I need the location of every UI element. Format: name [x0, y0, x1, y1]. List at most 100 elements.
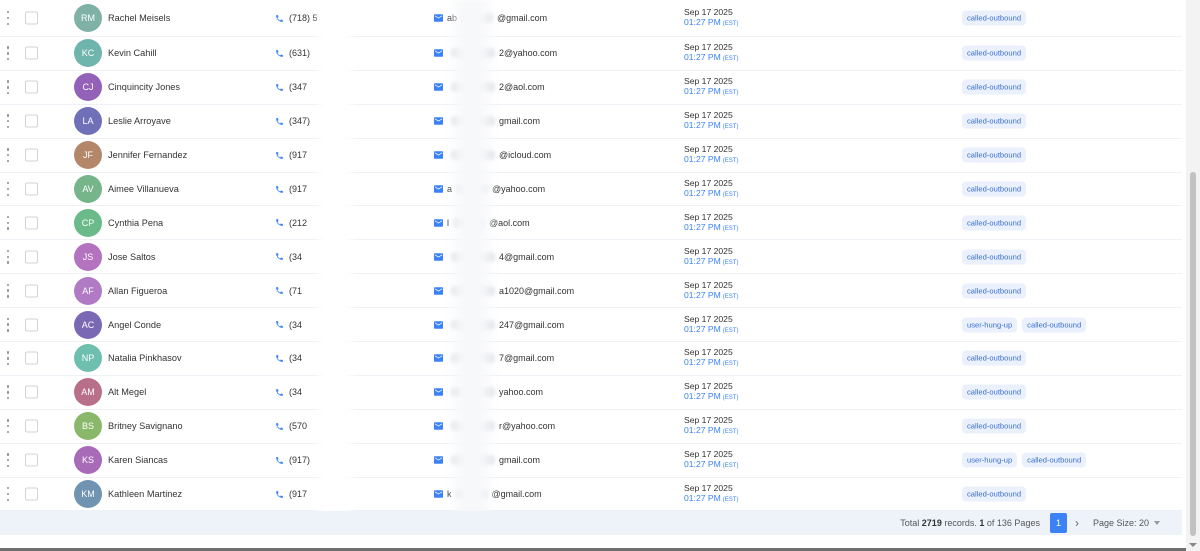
contact-name[interactable]: Jose Saltos	[108, 252, 156, 262]
phone-cell[interactable]: (71	[275, 286, 302, 296]
drag-handle-icon[interactable]	[5, 215, 11, 230]
table-row[interactable]: BS Britney Savignano (570 r@yahoo.com Se…	[0, 410, 1182, 444]
email-cell[interactable]: k @gmail.com	[434, 489, 542, 500]
email-cell[interactable]: gmail.com	[434, 116, 540, 127]
row-checkbox[interactable]	[25, 284, 38, 298]
phone-cell[interactable]: (917)	[275, 455, 310, 465]
vertical-scrollbar[interactable]	[1186, 0, 1200, 551]
phone-cell[interactable]: (917	[275, 150, 307, 160]
email-cell[interactable]: gmail.com	[434, 455, 540, 466]
contact-name[interactable]: Allan Figueroa	[108, 286, 167, 296]
phone-number: (212	[289, 217, 308, 228]
page-size-select[interactable]: Page Size: 20	[1093, 518, 1160, 528]
contact-name[interactable]: Kathleen Martinez	[108, 489, 182, 499]
table-row[interactable]: CJ Cinquincity Jones (347 2@aol.com Sep …	[0, 71, 1182, 105]
contact-name[interactable]: Aimee Villanueva	[108, 184, 179, 194]
email-cell[interactable]: yahoo.com	[434, 387, 543, 398]
contact-name[interactable]: Alt Megel	[108, 387, 146, 397]
drag-handle-icon[interactable]	[5, 182, 11, 196]
contact-name[interactable]: Jennifer Fernandez	[108, 150, 187, 160]
email-cell[interactable]: ab @gmail.com	[434, 13, 547, 23]
contact-name[interactable]: Karen Siancas	[108, 455, 168, 465]
table-row[interactable]: CP Cynthia Pena (212 l @aol.com Sep 17 2…	[0, 206, 1182, 241]
row-checkbox[interactable]	[25, 487, 38, 501]
table-row[interactable]: RM Rachel Meisels (718) 5 ab @gmail.com …	[0, 0, 1182, 37]
phone-number: (917	[289, 184, 308, 194]
phone-cell[interactable]: (34	[275, 320, 302, 330]
drag-handle-icon[interactable]	[5, 351, 11, 366]
table-row[interactable]: AV Aimee Villanueva (917 a @yahoo.com Se…	[0, 173, 1182, 207]
contact-name[interactable]: Cinquincity Jones	[108, 82, 180, 92]
page-button-1[interactable]: 1	[1049, 513, 1067, 533]
table-row[interactable]: JS Jose Saltos (34 4@gmail.com Sep 17 20…	[0, 240, 1182, 275]
email-cell[interactable]: a @yahoo.com	[434, 184, 545, 194]
email-cell[interactable]: a1020@gmail.com	[434, 285, 574, 296]
phone-cell[interactable]: (212	[275, 218, 307, 228]
contact-name[interactable]: Cynthia Pena	[108, 218, 163, 228]
drag-handle-icon[interactable]	[5, 114, 11, 129]
row-checkbox[interactable]	[25, 80, 38, 94]
row-checkbox[interactable]	[25, 46, 38, 60]
contact-name[interactable]: Natalia Pinkhasov	[108, 353, 182, 363]
row-checkbox[interactable]	[25, 318, 38, 332]
phone-cell[interactable]: (34	[275, 353, 302, 363]
row-checkbox[interactable]	[25, 11, 38, 25]
table-row[interactable]: LA Leslie Arroyave (347) gmail.com Sep 1…	[0, 105, 1182, 139]
drag-handle-icon[interactable]	[5, 317, 11, 332]
drag-handle-icon[interactable]	[5, 80, 11, 95]
email-cell[interactable]: l @aol.com	[434, 217, 530, 228]
table-row[interactable]: AF Allan Figueroa (71 a1020@gmail.com Se…	[0, 274, 1182, 309]
phone-cell[interactable]: (917	[275, 184, 307, 194]
contact-name[interactable]: Angel Conde	[108, 320, 161, 330]
row-checkbox[interactable]	[25, 182, 38, 196]
row-checkbox[interactable]	[25, 250, 38, 264]
row-checkbox[interactable]	[25, 351, 38, 365]
drag-handle-icon[interactable]	[5, 249, 11, 264]
drag-handle-icon[interactable]	[5, 487, 11, 501]
row-checkbox[interactable]	[25, 148, 38, 162]
phone-number: (917	[289, 489, 308, 500]
phone-cell[interactable]: (34	[275, 252, 302, 262]
row-checkbox[interactable]	[25, 453, 38, 467]
drag-handle-icon[interactable]	[5, 148, 11, 163]
phone-cell[interactable]: (570	[275, 421, 307, 431]
email-cell[interactable]: 2@yahoo.com	[434, 48, 557, 59]
table-row[interactable]: AM Alt Megel (34 yahoo.com Sep 17 2025 0…	[0, 376, 1182, 410]
phone-cell[interactable]: (718) 5	[275, 13, 318, 23]
scroll-down-arrow-icon[interactable]	[1189, 543, 1197, 547]
row-checkbox[interactable]	[25, 114, 38, 128]
table-row[interactable]: KC Kevin Cahill (631) 2@yahoo.com Sep 17…	[0, 37, 1182, 71]
phone-cell[interactable]: (917	[275, 489, 307, 499]
row-checkbox[interactable]	[25, 385, 38, 399]
table-row[interactable]: JF Jennifer Fernandez (917 @icloud.com S…	[0, 139, 1182, 173]
email-cell[interactable]: r@yahoo.com	[434, 421, 555, 432]
drag-handle-icon[interactable]	[5, 283, 11, 298]
row-checkbox[interactable]	[25, 216, 38, 230]
email-cell[interactable]: 7@gmail.com	[434, 353, 554, 364]
row-checkbox[interactable]	[25, 419, 38, 433]
phone-cell[interactable]: (34	[275, 387, 302, 397]
email-cell[interactable]: @icloud.com	[434, 150, 551, 161]
phone-cell[interactable]: (347)	[275, 116, 310, 126]
phone-cell[interactable]: (347	[275, 82, 307, 92]
email-cell[interactable]: 2@aol.com	[434, 82, 545, 93]
email-cell[interactable]: 4@gmail.com	[434, 251, 554, 262]
contact-name[interactable]: Leslie Arroyave	[108, 116, 171, 126]
email-cell[interactable]: 247@gmail.com	[434, 319, 564, 330]
contact-name[interactable]: Rachel Meisels	[108, 13, 170, 23]
drag-handle-icon[interactable]	[5, 46, 11, 61]
drag-handle-icon[interactable]	[5, 11, 11, 25]
date-cell: Sep 17 2025 01:27 PM (EST)	[684, 246, 738, 268]
scrollbar-thumb[interactable]	[1190, 172, 1196, 536]
chevron-right-icon[interactable]: ›	[1075, 516, 1079, 530]
table-row[interactable]: NP Natalia Pinkhasov (34 7@gmail.com Sep…	[0, 342, 1182, 376]
drag-handle-icon[interactable]	[5, 385, 11, 400]
phone-cell[interactable]: (631)	[275, 48, 310, 58]
table-row[interactable]: KM Kathleen Martinez (917 k @gmail.com S…	[0, 478, 1182, 512]
contact-name[interactable]: Kevin Cahill	[108, 48, 157, 58]
contact-name[interactable]: Britney Savignano	[108, 421, 183, 431]
table-row[interactable]: AC Angel Conde (34 247@gmail.com Sep 17 …	[0, 308, 1182, 343]
drag-handle-icon[interactable]	[5, 453, 11, 468]
drag-handle-icon[interactable]	[5, 419, 11, 434]
table-row[interactable]: KS Karen Siancas (917) gmail.com Sep 17 …	[0, 444, 1182, 478]
